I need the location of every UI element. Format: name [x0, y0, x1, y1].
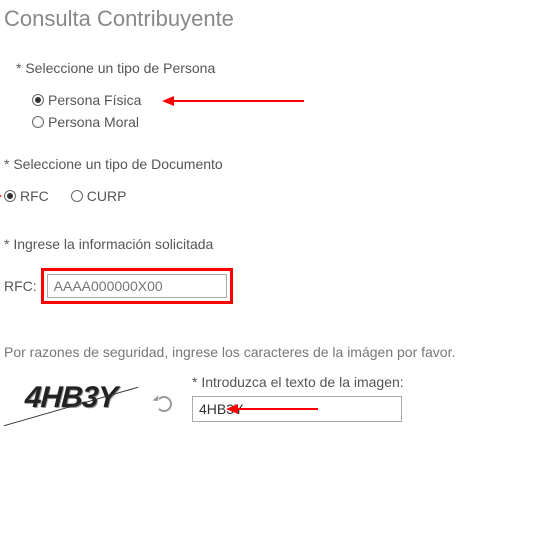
annotation-arrow-icon [226, 404, 318, 414]
annotation-highlight-box [41, 268, 233, 304]
info-section-label: * Ingrese la información solicitada [4, 236, 535, 252]
radio-persona-fisica[interactable] [32, 94, 44, 106]
page-title: Consulta Contribuyente [4, 6, 535, 32]
captcha-image: 4HB3Y [6, 377, 136, 419]
radio-rfc[interactable] [4, 190, 16, 202]
radio-curp[interactable] [71, 190, 83, 202]
captcha-image-text: 4HB3Y [24, 381, 118, 415]
documento-radio-group: RFC CURP [4, 188, 535, 204]
radio-persona-moral[interactable] [32, 116, 44, 128]
security-instruction: Por razones de seguridad, ingrese los ca… [4, 344, 535, 360]
persona-radio-group: Persona Física Persona Moral [32, 92, 535, 130]
documento-section-label: * Seleccione un tipo de Documento [4, 156, 535, 172]
radio-label-rfc: RFC [20, 188, 49, 204]
annotation-arrow-icon [0, 192, 2, 200]
captcha-input-label: * Introduzca el texto de la imagen: [192, 374, 404, 390]
rfc-input[interactable] [47, 274, 227, 298]
annotation-arrow-icon [162, 96, 304, 106]
refresh-captcha-icon[interactable] [156, 396, 172, 412]
radio-label-curp: CURP [87, 188, 127, 204]
rfc-label: RFC: [4, 278, 37, 294]
radio-label-persona-moral: Persona Moral [48, 114, 139, 130]
radio-label-persona-fisica: Persona Física [48, 92, 141, 108]
persona-section-label: * Seleccione un tipo de Persona [16, 60, 535, 76]
